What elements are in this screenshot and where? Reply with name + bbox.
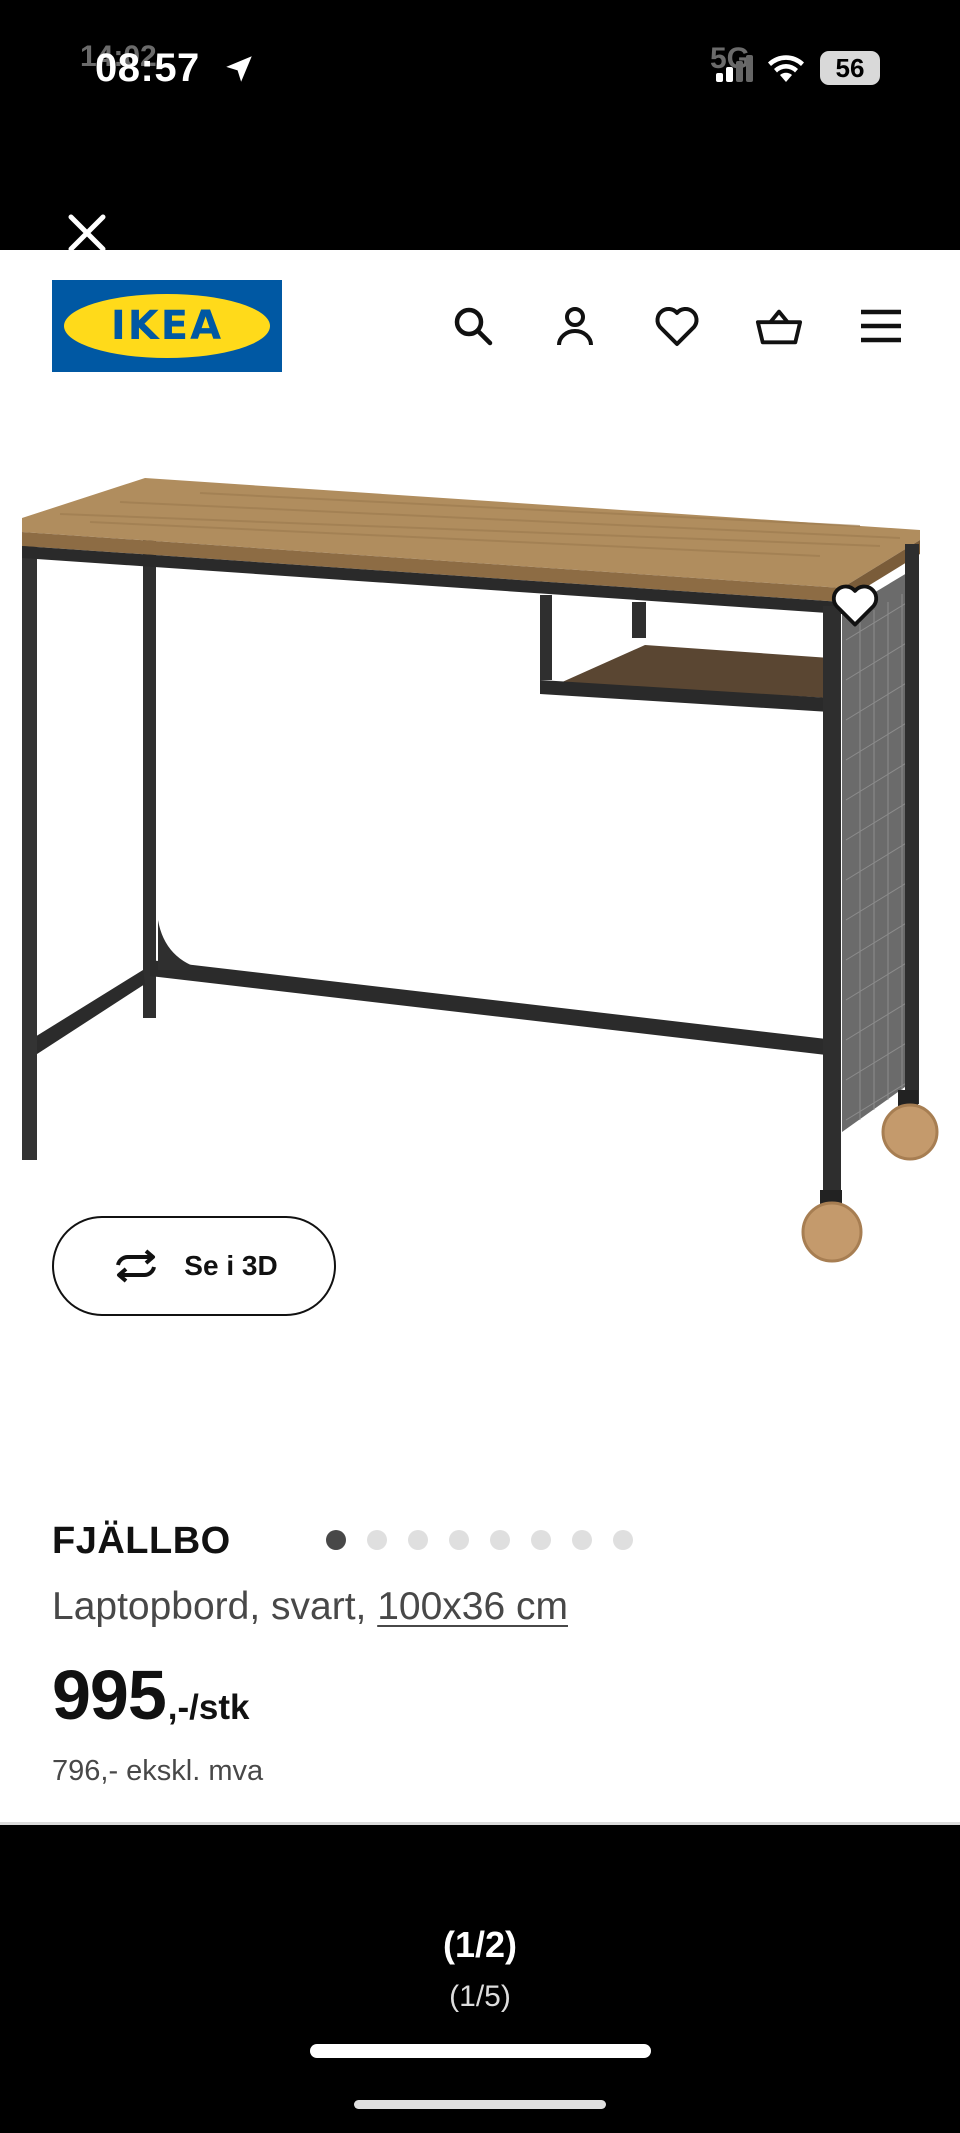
logo-text: IKEA <box>110 303 224 349</box>
favourites-button[interactable] <box>653 302 701 350</box>
pagination-dots <box>326 1530 633 1550</box>
pagination-dot[interactable] <box>408 1530 428 1550</box>
pagination-dot[interactable] <box>449 1530 469 1550</box>
site-header: IKEA <box>0 250 960 380</box>
basket-icon <box>755 309 803 345</box>
pagination-dot[interactable] <box>572 1530 592 1550</box>
rotate-3d-icon <box>116 1249 157 1283</box>
status-time: 08:57 <box>95 46 200 90</box>
status-indicators: 56 <box>716 46 880 90</box>
pagination-dot[interactable] <box>326 1530 346 1550</box>
product-name: FJÄLLBO <box>52 1520 231 1562</box>
view-in-3d-button[interactable]: Se i 3D <box>52 1216 336 1316</box>
heart-icon <box>655 307 699 346</box>
user-icon <box>557 307 593 346</box>
search-icon <box>454 307 493 346</box>
image-counter: (1/2) <box>442 1924 518 1965</box>
product-image-gallery[interactable]: Se i 3D <box>0 380 960 1550</box>
product-size-link[interactable]: 100x36 cm <box>377 1585 568 1628</box>
pagination-dot[interactable] <box>367 1530 387 1550</box>
cellular-signal-icon <box>716 54 753 82</box>
close-icon <box>68 214 106 252</box>
battery-indicator: 56 <box>820 51 880 85</box>
wifi-icon <box>768 55 804 82</box>
add-to-favourites-button[interactable] <box>830 580 880 630</box>
price-excl-vat: 796,- ekskl. mva <box>52 1755 264 1787</box>
price-suffix: ,-/stk <box>167 1688 250 1727</box>
view-in-3d-label: Se i 3D <box>184 1250 278 1281</box>
pagination-dot[interactable] <box>531 1530 551 1550</box>
product-description-text: Laptopbord, svart, <box>52 1585 378 1628</box>
logo-oval: IKEA <box>64 294 270 358</box>
pagination-dot[interactable] <box>613 1530 633 1550</box>
price-amount: 995 <box>52 1656 167 1734</box>
menu-icon <box>861 309 901 343</box>
product-description: Laptopbord, svart, 100x36 cm <box>52 1585 568 1629</box>
product-page-screenshot: IKEA Se i 3D FJÄLLBO Laptopbord, svart, … <box>0 250 960 1825</box>
account-button[interactable] <box>551 302 599 350</box>
menu-button[interactable] <box>857 302 905 350</box>
image-sub-counter: (1/5) <box>449 1980 511 2013</box>
home-indicator-ghost <box>354 2100 606 2109</box>
divider <box>0 1822 960 1825</box>
home-indicator[interactable] <box>310 2044 651 2058</box>
pagination-dot[interactable] <box>490 1530 510 1550</box>
basket-button[interactable] <box>755 302 803 350</box>
ikea-logo[interactable]: IKEA <box>52 280 282 372</box>
search-button[interactable] <box>449 302 497 350</box>
heart-icon <box>831 584 879 627</box>
location-arrow-icon <box>226 56 252 82</box>
price: 995 ,-/stk <box>52 1655 250 1735</box>
status-bar: 14:02 08:57 5G 56 <box>0 0 960 150</box>
